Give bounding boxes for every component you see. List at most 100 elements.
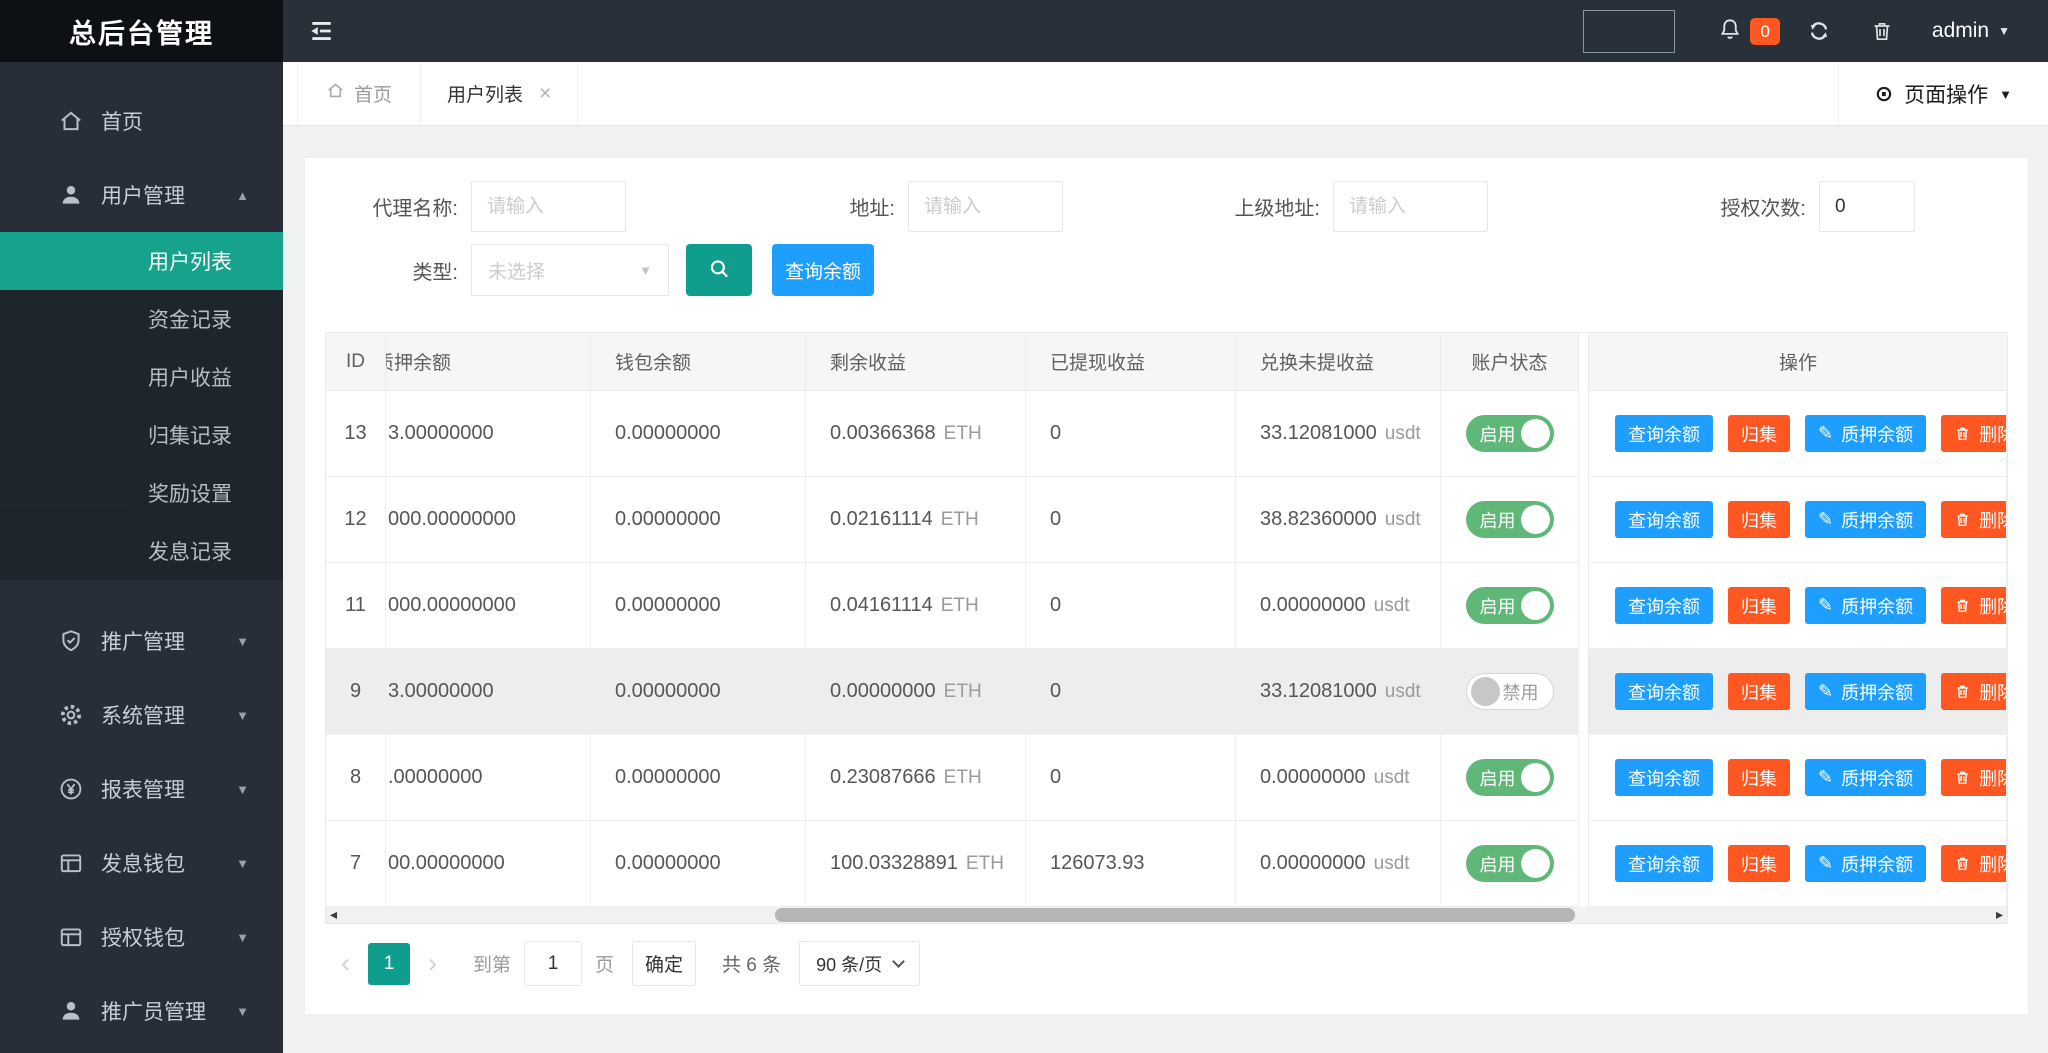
- sidebar-item-label: 发息钱包: [101, 853, 185, 876]
- sidebar: 首页 用户管理 ▲ 用户列表 资金记录 用户收益 归集记录 奖励设置 发息记录推广管理 ▼ 系统管理…: [0, 62, 283, 1053]
- sidebar-item-6[interactable]: 授权钱包 ▼: [0, 900, 283, 974]
- collect-button[interactable]: 归集: [1728, 759, 1790, 796]
- agent-name-input[interactable]: [471, 181, 626, 232]
- collect-button[interactable]: 归集: [1728, 845, 1790, 882]
- scroll-right-icon[interactable]: ▸: [1996, 906, 2003, 923]
- cell-actions: 查询余额 归集 ✎质押余额 删除: [1589, 649, 2007, 735]
- query-balance-button[interactable]: 查询余额: [1615, 845, 1713, 882]
- pledge-balance-button[interactable]: ✎ 质押余额: [1805, 415, 1927, 452]
- status-toggle[interactable]: 启用: [1465, 845, 1554, 882]
- sidebar-item-4[interactable]: 报表管理 ▼: [0, 752, 283, 826]
- sidebar-subitem[interactable]: 用户列表: [0, 232, 283, 290]
- current-page-button[interactable]: 1: [368, 942, 410, 985]
- sidebar-item-0[interactable]: 首页: [0, 84, 283, 158]
- prev-page-button[interactable]: ‹: [335, 948, 356, 979]
- search-button[interactable]: [686, 244, 752, 296]
- scrollbar-thumb[interactable]: [774, 908, 1575, 922]
- sidebar-subitem[interactable]: 用户收益: [0, 348, 283, 406]
- pledge-balance-button[interactable]: ✎ 质押余额: [1805, 759, 1927, 796]
- page-actions-dropdown[interactable]: ⊙ 页面操作 ▼: [1837, 62, 2048, 125]
- trash-icon-button[interactable]: [1870, 19, 1894, 43]
- cell-id: 8: [326, 735, 386, 821]
- next-page-button[interactable]: ›: [422, 948, 443, 979]
- collect-button[interactable]: 归集: [1728, 501, 1790, 538]
- status-toggle[interactable]: 启用: [1465, 415, 1554, 452]
- fixed-column-gap: [1579, 563, 1589, 649]
- confirm-page-button[interactable]: 确定: [632, 941, 697, 986]
- chevron-down-icon: ▼: [1998, 24, 2010, 38]
- delete-button[interactable]: 删除: [1941, 415, 2006, 452]
- trash-icon: [1954, 511, 1971, 528]
- fixed-column-gap: [1579, 735, 1589, 821]
- address-input[interactable]: [908, 181, 1063, 232]
- delete-button[interactable]: 删除: [1941, 845, 2006, 882]
- delete-button[interactable]: 删除: [1941, 587, 2006, 624]
- cell-account-status: 启用: [1441, 735, 1579, 821]
- query-balance-button[interactable]: 查询余额: [1615, 759, 1713, 796]
- delete-button[interactable]: 删除: [1941, 673, 2006, 710]
- collect-button[interactable]: 归集: [1728, 415, 1790, 452]
- trash-icon: [1954, 597, 1971, 614]
- refresh-button[interactable]: [1806, 18, 1832, 44]
- parent-address-input[interactable]: [1333, 181, 1488, 232]
- query-balance-button[interactable]: 查询余额: [1615, 673, 1713, 710]
- sidebar-subitem[interactable]: 发息记录: [0, 522, 283, 580]
- cell-id: 9: [326, 649, 386, 735]
- table-body: 13 3.00000000 0.00000000 0.00366368 ETH 0…: [326, 391, 2007, 907]
- cell-pledge-balance: 000.00000000: [386, 477, 591, 563]
- query-balance-button[interactable]: 查询余额: [1615, 501, 1713, 538]
- header-input-box[interactable]: [1583, 9, 1676, 53]
- delete-button[interactable]: 删除: [1941, 501, 2006, 538]
- sidebar-item-3[interactable]: 系统管理 ▼: [0, 678, 283, 752]
- sidebar-item-5[interactable]: 发息钱包 ▼: [0, 826, 283, 900]
- sidebar-subitem[interactable]: 资金记录: [0, 290, 283, 348]
- trash-icon: [1954, 683, 1971, 700]
- sidebar-item-2[interactable]: 推广管理 ▼: [0, 604, 283, 678]
- cell-pledge-balance: .00000000: [386, 735, 591, 821]
- collapse-sidebar-icon[interactable]: [283, 0, 359, 62]
- pencil-icon: ✎: [1818, 509, 1834, 529]
- notifications-button[interactable]: 0: [1717, 16, 1780, 47]
- delete-button[interactable]: 删除: [1941, 759, 2006, 796]
- pledge-balance-button[interactable]: ✎ 质押余额: [1805, 673, 1927, 710]
- close-tab-icon[interactable]: ×: [539, 82, 551, 106]
- tab-user-list-label: 用户列表: [447, 85, 524, 106]
- sidebar-subitem[interactable]: 奖励设置: [0, 464, 283, 522]
- scroll-left-icon[interactable]: ◂: [330, 906, 337, 923]
- tab-user-list[interactable]: 用户列表 ×: [421, 62, 579, 125]
- tab-home[interactable]: 首页: [297, 62, 422, 125]
- pledge-balance-button[interactable]: ✎ 质押余额: [1805, 845, 1927, 882]
- goto-page-input[interactable]: [524, 941, 583, 986]
- query-balance-button[interactable]: 查询余额: [772, 244, 874, 296]
- toggle-knob: [1520, 505, 1550, 534]
- sidebar-item-1[interactable]: 用户管理 ▲: [0, 158, 283, 232]
- collect-button[interactable]: 归集: [1728, 673, 1790, 710]
- query-balance-button[interactable]: 查询余额: [1615, 587, 1713, 624]
- cell-actions: 查询余额 归集 ✎质押余额 删除: [1589, 735, 2007, 821]
- cell-account-status: 禁用: [1441, 649, 1579, 735]
- horizontal-scrollbar[interactable]: ◂ ▸: [325, 906, 2008, 924]
- shield-icon: [57, 628, 84, 655]
- column-header-pledge: 质押余额: [386, 333, 591, 391]
- auth-count-input[interactable]: [1819, 181, 1915, 232]
- type-select[interactable]: 未选择 ▼: [471, 244, 669, 296]
- query-balance-button[interactable]: 查询余额: [1615, 415, 1713, 452]
- sidebar-subitem[interactable]: 归集记录: [0, 406, 283, 464]
- status-toggle[interactable]: 禁用: [1465, 673, 1554, 710]
- page-size-select[interactable]: 90 条/页: [799, 941, 921, 986]
- pledge-balance-button[interactable]: ✎ 质押余额: [1805, 501, 1927, 538]
- column-header-unconverted: 兑换未提收益: [1236, 333, 1441, 391]
- user-menu[interactable]: admin ▼: [1932, 19, 2010, 43]
- pledge-balance-button[interactable]: ✎ 质押余额: [1805, 587, 1927, 624]
- status-toggle[interactable]: 启用: [1465, 587, 1554, 624]
- wallet-icon: [57, 850, 84, 877]
- collect-button[interactable]: 归集: [1728, 587, 1790, 624]
- status-toggle[interactable]: 启用: [1465, 501, 1554, 538]
- pencil-icon: ✎: [1818, 595, 1834, 615]
- column-header-withdrawn: 已提现收益: [1026, 333, 1236, 391]
- sidebar-item-8[interactable]: 虚拟数据▼: [0, 1048, 283, 1053]
- fixed-column-gap: [1579, 821, 1589, 907]
- status-toggle[interactable]: 启用: [1465, 759, 1554, 796]
- gear-icon: [57, 702, 84, 729]
- sidebar-item-7[interactable]: 推广员管理 ▼: [0, 974, 283, 1048]
